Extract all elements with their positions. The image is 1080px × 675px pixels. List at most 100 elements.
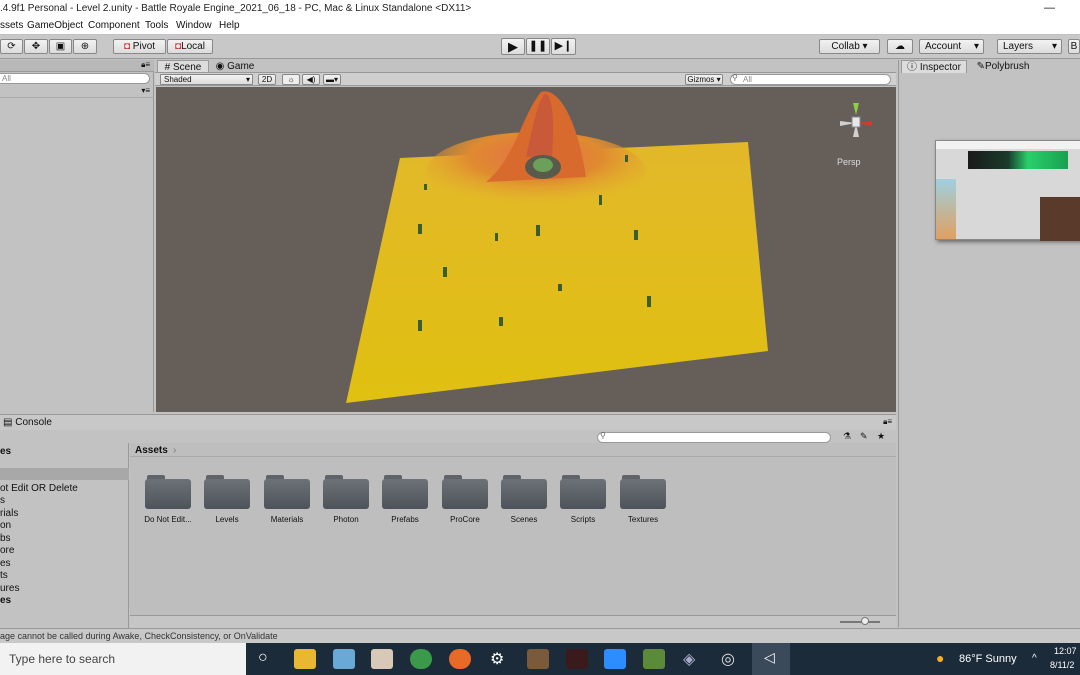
clock-date[interactable]: 8/11/2 bbox=[1050, 660, 1074, 670]
hierarchy-menu-icon[interactable]: ▾≡ bbox=[141, 86, 150, 95]
tree-item[interactable]: bs bbox=[0, 533, 11, 544]
cloud-button[interactable]: ☁ bbox=[887, 39, 913, 54]
step-button[interactable]: ▶❙ bbox=[551, 38, 576, 55]
breadcrumb-assets[interactable]: Assets bbox=[135, 445, 168, 456]
menu-component[interactable]: Component bbox=[88, 20, 140, 31]
folder-materials[interactable]: Materials bbox=[264, 473, 310, 533]
tree-item[interactable]: ts bbox=[0, 570, 8, 581]
panel-lock-icon[interactable]: 🔒︎≡ bbox=[883, 417, 892, 427]
folder-prefabs[interactable]: Prefabs bbox=[382, 473, 428, 533]
photos-icon[interactable] bbox=[371, 649, 393, 669]
menu-assets[interactable]: ssets bbox=[0, 20, 23, 31]
folder-label: Scenes bbox=[510, 515, 538, 524]
scale-tool-button[interactable]: ✥ bbox=[24, 39, 48, 54]
transform-tool-button[interactable]: ⊕ bbox=[73, 39, 97, 54]
tree-item[interactable]: ures bbox=[0, 583, 19, 594]
window-thumbnail-preview[interactable] bbox=[935, 140, 1080, 241]
tab-inspector-label: Inspector bbox=[919, 62, 961, 73]
tree-item[interactable]: on bbox=[0, 520, 11, 531]
account-dropdown[interactable]: Account ▾ bbox=[919, 39, 984, 54]
shading-dropdown[interactable]: Shaded ▾ bbox=[160, 74, 253, 85]
tree-root[interactable]: es bbox=[0, 446, 11, 457]
folder-scenes[interactable]: Scenes bbox=[501, 473, 547, 533]
steam-icon[interactable]: ⚙ bbox=[490, 649, 504, 669]
lighting-toggle[interactable]: ☼ bbox=[282, 74, 300, 85]
menu-help[interactable]: Help bbox=[219, 20, 240, 31]
folder-photon[interactable]: Photon bbox=[323, 473, 369, 533]
notepad-icon[interactable] bbox=[333, 649, 355, 669]
folder-do-not-edit[interactable]: Do Not Edit... bbox=[144, 473, 192, 533]
menu-gameobject[interactable]: GameObject bbox=[27, 20, 83, 31]
effects-dropdown[interactable]: ▬▾ bbox=[323, 74, 341, 85]
tree-item[interactable]: s bbox=[0, 495, 5, 506]
tree-item[interactable]: rials bbox=[0, 508, 18, 519]
local-button[interactable]: ◘Local bbox=[167, 39, 213, 54]
speaker-icon: ◀) bbox=[306, 75, 316, 84]
game-launcher-icon[interactable] bbox=[527, 649, 549, 669]
hierarchy-panel: 🔒︎≡ All ▾≡ bbox=[0, 60, 154, 412]
tab-console-label: Console bbox=[15, 417, 52, 428]
tab-polybrush[interactable]: ✎Polybrush bbox=[971, 60, 1035, 73]
clock-time[interactable]: 12:07 bbox=[1054, 646, 1077, 656]
favorite-icon[interactable]: ★ bbox=[877, 431, 885, 442]
scene-search-input[interactable]: All bbox=[730, 74, 891, 85]
orientation-gizmo[interactable] bbox=[826, 93, 886, 153]
breadcrumb-arrow-icon: › bbox=[173, 445, 177, 456]
shading-label: Shaded bbox=[164, 75, 192, 84]
tree-selected-row[interactable] bbox=[0, 468, 129, 480]
weather-text[interactable]: 86°F Sunny bbox=[959, 653, 1017, 665]
tree-item[interactable]: es bbox=[0, 558, 11, 569]
tab-polybrush-label: Polybrush bbox=[984, 61, 1030, 72]
minecraft-icon[interactable] bbox=[643, 649, 665, 669]
tray-chevron-icon[interactable]: ^ bbox=[1032, 653, 1037, 664]
gizmos-dropdown[interactable]: Gizmos ▾ bbox=[685, 74, 723, 85]
menu-tools[interactable]: Tools bbox=[145, 20, 168, 31]
folder-procore[interactable]: ProCore bbox=[442, 473, 488, 533]
project-search-input[interactable] bbox=[597, 432, 831, 443]
filter-label-icon[interactable]: ✎ bbox=[860, 431, 868, 442]
task-view-icon[interactable]: ○ bbox=[258, 649, 268, 667]
tree-item[interactable]: ore bbox=[0, 545, 14, 556]
scene-viewport[interactable]: Persp bbox=[156, 87, 896, 412]
play-button[interactable]: ▶ bbox=[501, 38, 525, 55]
persp-label[interactable]: Persp bbox=[837, 157, 861, 167]
blender-icon[interactable]: ◈ bbox=[683, 649, 695, 669]
zoom-icon[interactable] bbox=[604, 649, 626, 669]
tab-inspector[interactable]: ⓘ Inspector bbox=[901, 60, 967, 73]
obs-icon[interactable]: ◎ bbox=[721, 649, 735, 669]
audio-toggle[interactable]: ◀) bbox=[302, 74, 320, 85]
folder-scripts[interactable]: Scripts bbox=[560, 473, 606, 533]
layers-dropdown[interactable]: Layers ▾ bbox=[997, 39, 1062, 54]
collab-button[interactable]: Collab ▾ bbox=[819, 39, 880, 54]
transform-icon: ⊕ bbox=[80, 41, 90, 52]
app-icon[interactable] bbox=[566, 649, 588, 669]
pause-button[interactable]: ❚❚ bbox=[526, 38, 550, 55]
lock-icon[interactable]: 🔒︎≡ bbox=[141, 60, 150, 70]
folder-textures[interactable]: Textures bbox=[620, 473, 666, 533]
rect-tool-button[interactable]: ▣ bbox=[49, 39, 72, 54]
tab-console[interactable]: ▤ Console bbox=[3, 417, 52, 428]
pause-icon: ❚❚ bbox=[528, 40, 548, 52]
toggle-2d-button[interactable]: 2D bbox=[258, 74, 276, 85]
status-message[interactable]: age cannot be called during Awake, Check… bbox=[0, 631, 278, 641]
layout-dropdown[interactable]: B bbox=[1068, 39, 1080, 54]
hierarchy-search-input[interactable]: All bbox=[0, 73, 150, 84]
scene-panel: # Scene ◉ Game Shaded ▾ 2D ☼ ◀) ▬▾ Gizmos… bbox=[155, 60, 896, 412]
folder-levels[interactable]: Levels bbox=[204, 473, 250, 533]
pivot-button[interactable]: ◘ Pivot bbox=[113, 39, 166, 54]
tree-item[interactable]: es bbox=[0, 595, 11, 606]
rotate-tool-button[interactable]: ⟳ bbox=[0, 39, 23, 54]
unity-taskbar-button[interactable]: ◁ bbox=[752, 643, 790, 675]
tree-item[interactable]: ot Edit OR Delete bbox=[0, 483, 78, 494]
menu-window[interactable]: Window bbox=[176, 20, 212, 31]
filter-type-icon[interactable]: ⚗ bbox=[843, 431, 851, 442]
file-explorer-icon[interactable] bbox=[294, 649, 316, 669]
folder-label: Materials bbox=[270, 515, 304, 524]
minimize-button[interactable]: — bbox=[1044, 2, 1055, 14]
icon-size-slider[interactable] bbox=[840, 621, 880, 623]
slider-handle[interactable] bbox=[861, 617, 869, 625]
gizmos-label: Gizmos bbox=[687, 75, 715, 84]
chrome-icon[interactable] bbox=[410, 649, 432, 669]
firefox-icon[interactable] bbox=[449, 649, 471, 669]
taskbar-search[interactable]: Type here to search bbox=[0, 643, 246, 675]
